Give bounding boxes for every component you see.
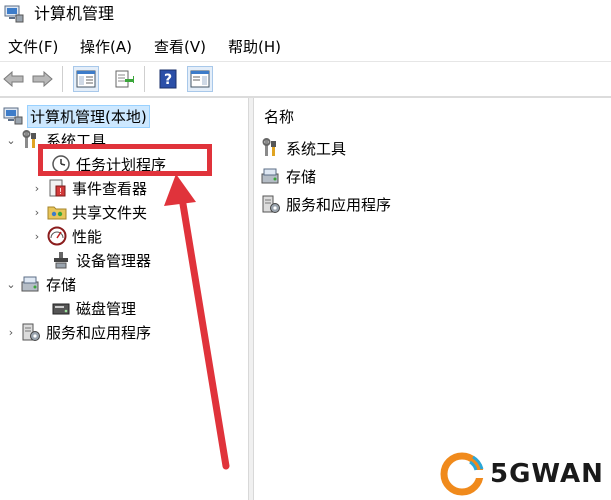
menu-view[interactable]: 查看(V) bbox=[154, 37, 206, 57]
computer-management-icon bbox=[2, 105, 24, 127]
tree-item-label: 服务和应用程序 bbox=[46, 323, 152, 342]
tools-icon bbox=[260, 137, 282, 159]
chevron-right-icon[interactable]: › bbox=[4, 326, 18, 339]
column-header-name[interactable]: 名称 bbox=[264, 106, 294, 127]
help-icon[interactable]: ? bbox=[156, 67, 180, 91]
watermark: 5GWAN bbox=[440, 452, 604, 496]
content-list: 名称 系统工具 存储 服务和应用程序 bbox=[254, 98, 611, 500]
show-tree-icon[interactable] bbox=[73, 66, 99, 92]
disk-management-icon bbox=[50, 297, 72, 319]
tree-item-label: 设备管理器 bbox=[76, 251, 152, 270]
list-item-label: 系统工具 bbox=[286, 139, 347, 158]
list-item-label: 存储 bbox=[286, 167, 317, 186]
watermark-logo-icon bbox=[440, 452, 484, 496]
shared-folder-icon bbox=[46, 201, 68, 223]
chevron-right-icon[interactable]: › bbox=[30, 206, 44, 219]
toolbar: ? bbox=[0, 61, 611, 96]
chevron-down-icon[interactable]: ⌄ bbox=[4, 134, 18, 147]
list-item-services-applications[interactable]: 服务和应用程序 bbox=[260, 192, 391, 216]
tree-item-label: 存储 bbox=[46, 275, 77, 294]
list-item-storage[interactable]: 存储 bbox=[260, 164, 316, 188]
svg-text:?: ? bbox=[164, 72, 172, 88]
list-item-label: 服务和应用程序 bbox=[286, 195, 392, 214]
tree-item-performance[interactable]: › 性能 bbox=[30, 224, 102, 248]
chevron-right-icon[interactable]: › bbox=[30, 182, 44, 195]
title-bar: 计算机管理 bbox=[0, 0, 611, 30]
event-viewer-icon: ! bbox=[46, 177, 68, 199]
tree-item-device-manager[interactable]: 设备管理器 bbox=[50, 248, 151, 272]
menu-file[interactable]: 文件(F) bbox=[8, 37, 58, 57]
toolbar-separator bbox=[144, 66, 145, 92]
services-icon bbox=[20, 321, 42, 343]
back-arrow-icon[interactable] bbox=[2, 67, 26, 91]
storage-icon bbox=[20, 273, 42, 295]
performance-icon bbox=[46, 225, 68, 247]
forward-arrow-icon[interactable] bbox=[30, 67, 54, 91]
device-manager-icon bbox=[50, 249, 72, 271]
chevron-down-icon[interactable]: ⌄ bbox=[4, 278, 18, 291]
tree-root-computer-management[interactable]: 计算机管理(本地) bbox=[2, 104, 150, 128]
menu-help[interactable]: 帮助(H) bbox=[228, 37, 281, 57]
watermark-text: 5GWAN bbox=[490, 459, 604, 489]
toolbar-separator bbox=[62, 66, 63, 92]
tree-item-label: 性能 bbox=[72, 227, 103, 246]
tree-item-label: 磁盘管理 bbox=[76, 299, 137, 318]
list-item-system-tools[interactable]: 系统工具 bbox=[260, 136, 346, 160]
annotation-highlight-box bbox=[38, 144, 212, 176]
action-pane-icon[interactable] bbox=[187, 66, 213, 92]
tree-item-storage[interactable]: ⌄ 存储 bbox=[4, 272, 76, 296]
tree-item-label: 共享文件夹 bbox=[72, 203, 148, 222]
storage-icon bbox=[260, 165, 282, 187]
tree-item-label: 计算机管理(本地) bbox=[27, 104, 150, 128]
chevron-right-icon[interactable]: › bbox=[30, 230, 44, 243]
services-icon bbox=[260, 193, 282, 215]
window-title: 计算机管理 bbox=[34, 4, 115, 23]
menu-bar: 文件(F) 操作(A) 查看(V) 帮助(H) bbox=[0, 34, 611, 60]
menu-action[interactable]: 操作(A) bbox=[80, 37, 132, 57]
tree-item-label: 事件查看器 bbox=[72, 179, 148, 198]
tree-item-event-viewer[interactable]: › ! 事件查看器 bbox=[30, 176, 147, 200]
tree-item-services-applications[interactable]: › 服务和应用程序 bbox=[4, 320, 151, 344]
svg-text:!: ! bbox=[59, 187, 62, 196]
computer-management-icon bbox=[4, 4, 24, 24]
export-list-icon[interactable] bbox=[112, 67, 136, 91]
tree-item-shared-folders[interactable]: › 共享文件夹 bbox=[30, 200, 147, 224]
tree-item-disk-management[interactable]: 磁盘管理 bbox=[50, 296, 136, 320]
